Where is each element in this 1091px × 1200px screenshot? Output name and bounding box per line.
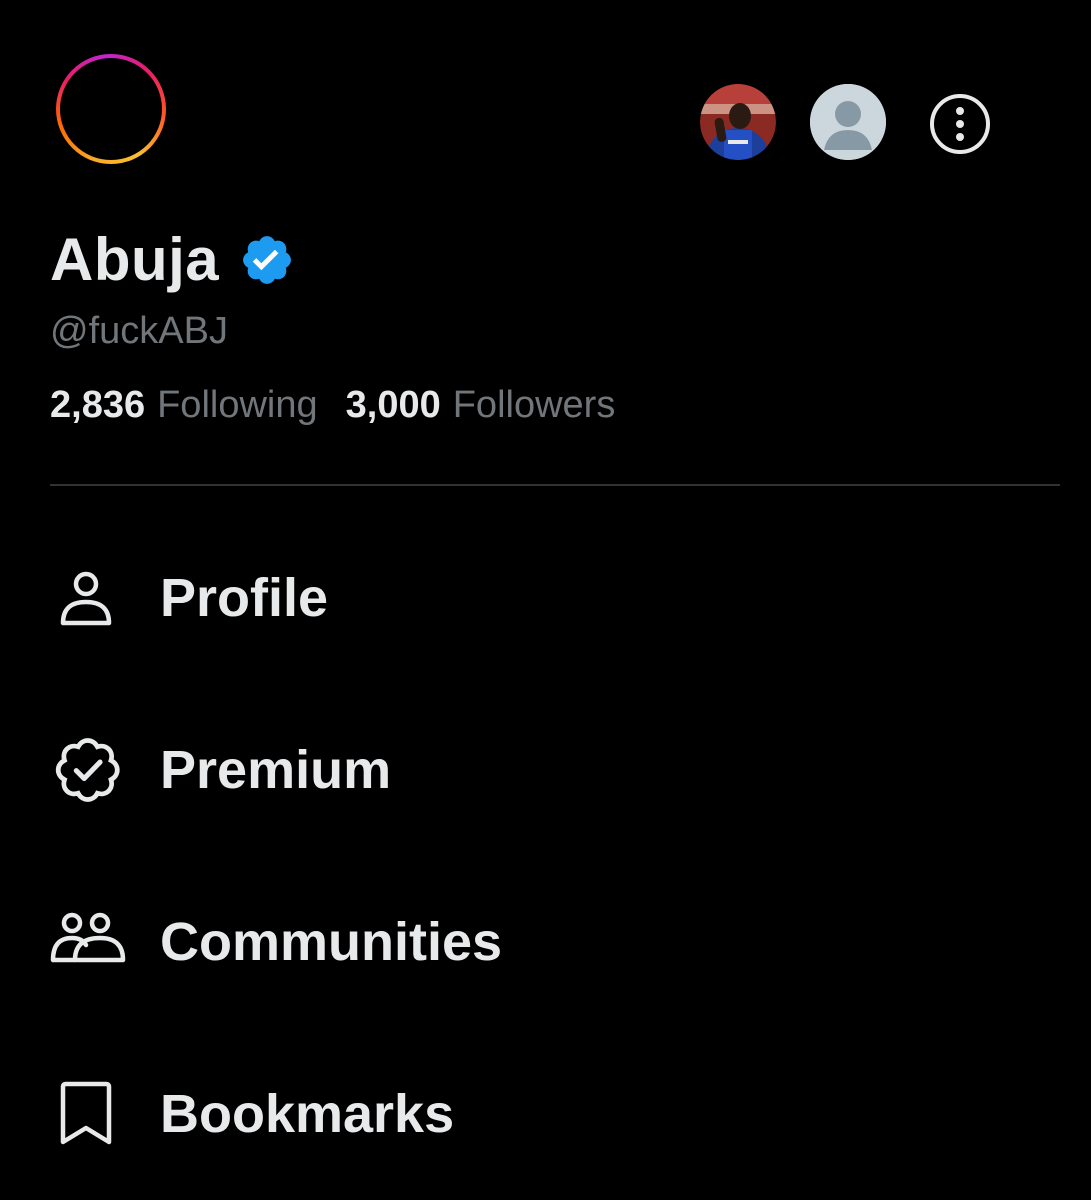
drawer-nav: Profile Premium Communities Bookmarks <box>0 512 1091 1200</box>
drawer-header <box>0 0 1091 200</box>
nav-label-premium: Premium <box>160 740 392 800</box>
nav-item-communities[interactable]: Communities <box>0 856 1091 1028</box>
switch-account-avatar-2[interactable] <box>810 84 886 160</box>
nav-item-profile[interactable]: Profile <box>0 512 1091 684</box>
divider <box>50 484 1060 486</box>
nav-label-bookmarks: Bookmarks <box>160 1084 455 1144</box>
name-row: Abuja <box>50 222 1060 296</box>
default-avatar-icon <box>810 84 886 160</box>
more-vertical-icon <box>930 94 990 154</box>
nav-item-bookmarks[interactable]: Bookmarks <box>0 1028 1091 1200</box>
following-label[interactable]: Following <box>157 384 318 427</box>
user-handle: @fuckABJ <box>50 310 228 352</box>
following-count[interactable]: 2,836 <box>50 384 145 427</box>
switch-account-avatar-1[interactable] <box>700 84 776 160</box>
bookmark-icon <box>60 1081 112 1145</box>
side-drawer: Abuja @fuckABJ 2,836 Following 3,000 Fol… <box>0 0 1091 1200</box>
current-account-avatar[interactable] <box>56 54 166 164</box>
follow-stats: 2,836 Following 3,000 Followers <box>50 384 1060 427</box>
display-name[interactable]: Abuja <box>50 225 219 294</box>
person-icon <box>60 571 112 626</box>
followers-label[interactable]: Followers <box>453 384 616 427</box>
nav-item-premium[interactable]: Premium <box>0 684 1091 856</box>
nav-label-communities: Communities <box>160 912 503 972</box>
account-photo-avatar <box>700 84 776 160</box>
followers-count[interactable]: 3,000 <box>346 384 441 427</box>
nav-label-profile: Profile <box>160 568 329 628</box>
profile-summary: Abuja @fuckABJ 2,836 Following 3,000 Fol… <box>50 222 1060 427</box>
verified-badge-icon <box>243 236 292 284</box>
more-options-button[interactable] <box>928 92 992 156</box>
people-icon <box>50 912 126 963</box>
verified-badge-icon <box>55 738 120 802</box>
